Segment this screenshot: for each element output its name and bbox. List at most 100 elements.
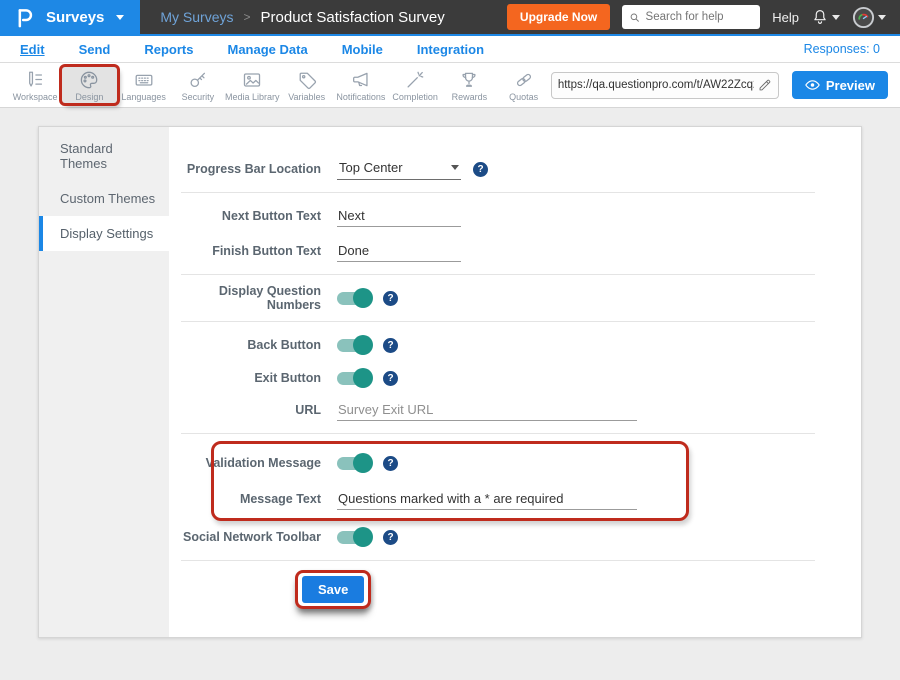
rewards-trophy-icon xyxy=(458,69,480,91)
display-question-numbers-toggle[interactable] xyxy=(337,292,371,305)
media-library-image-icon xyxy=(241,69,263,91)
completion-wand-icon xyxy=(404,69,426,91)
display-question-numbers-label: Display Question Numbers xyxy=(169,284,321,312)
toolbar-item-label: Media Library xyxy=(225,92,280,102)
sidebar-item-standard-themes[interactable]: Standard Themes xyxy=(39,131,169,181)
toolbar-item-languages[interactable]: Languages xyxy=(117,67,171,103)
exit-button-row: Exit Button xyxy=(169,364,821,392)
save-button[interactable]: Save xyxy=(302,576,364,603)
responses-count[interactable]: Responses: 0 xyxy=(804,42,880,56)
languages-keyboard-icon xyxy=(133,69,155,91)
themes-sidebar: Standard Themes Custom Themes Display Se… xyxy=(39,127,169,637)
breadcrumb-my-surveys[interactable]: My Surveys xyxy=(160,9,233,25)
toolbar-item-security[interactable]: Security xyxy=(171,67,225,103)
toolbar-item-variables[interactable]: Variables xyxy=(280,67,334,103)
progress-bar-location-select[interactable]: Top Center xyxy=(337,158,461,180)
toolbar-item-label: Workspace xyxy=(13,92,58,102)
surveys-product-menu[interactable]: Surveys xyxy=(0,0,140,34)
toolbar-item-label: Design xyxy=(75,92,103,102)
survey-url-box[interactable]: https://qa.questionpro.com/t/AW22Zcq2J xyxy=(551,72,779,99)
design-palette-icon xyxy=(78,69,100,91)
next-button-text-input[interactable] xyxy=(337,206,461,227)
display-settings-form: Progress Bar Location Top Center Next Bu… xyxy=(169,127,861,637)
page-title: Product Satisfaction Survey xyxy=(261,9,445,26)
bell-icon xyxy=(811,8,829,26)
message-text-input[interactable] xyxy=(337,489,637,510)
variables-tag-icon xyxy=(296,69,318,91)
chevron-down-icon xyxy=(116,15,124,20)
divider xyxy=(181,321,815,322)
tab-integration[interactable]: Integration xyxy=(417,42,484,57)
save-row: Save xyxy=(295,570,821,609)
sidebar-item-custom-themes[interactable]: Custom Themes xyxy=(39,181,169,216)
help-icon[interactable] xyxy=(383,291,398,306)
back-button-row: Back Button xyxy=(169,331,821,359)
help-icon[interactable] xyxy=(383,338,398,353)
finish-button-text-input[interactable] xyxy=(337,241,461,262)
next-button-text-label: Next Button Text xyxy=(169,209,321,223)
finish-button-text-row: Finish Button Text xyxy=(169,237,821,265)
toolbar-item-rewards[interactable]: Rewards xyxy=(442,67,496,103)
message-text-label: Message Text xyxy=(169,492,321,506)
validation-message-section: Validation Message Message Text xyxy=(169,443,821,519)
tab-send[interactable]: Send xyxy=(79,42,111,57)
tab-mobile[interactable]: Mobile xyxy=(342,42,383,57)
toolbar-item-label: Languages xyxy=(121,92,166,102)
social-network-toolbar-label: Social Network Toolbar xyxy=(169,530,321,544)
progress-bar-location-label: Progress Bar Location xyxy=(169,162,321,176)
help-link[interactable]: Help xyxy=(772,10,799,25)
survey-nav-bar: Edit Send Reports Manage Data Mobile Int… xyxy=(0,36,900,63)
notifications-megaphone-icon xyxy=(350,69,372,91)
notifications-bell-menu[interactable] xyxy=(811,8,840,26)
help-search-box[interactable] xyxy=(622,5,760,29)
toolbar-item-quotas[interactable]: Quotas xyxy=(497,67,551,103)
preview-button[interactable]: Preview xyxy=(792,71,888,99)
preview-label: Preview xyxy=(826,78,875,93)
search-input[interactable] xyxy=(646,11,754,23)
toolbar-item-label: Notifications xyxy=(336,92,385,102)
validation-message-row: Validation Message xyxy=(169,449,821,477)
progress-bar-location-row: Progress Bar Location Top Center xyxy=(169,155,821,183)
divider xyxy=(181,560,815,561)
help-icon[interactable] xyxy=(383,530,398,545)
display-settings-panel: Standard Themes Custom Themes Display Se… xyxy=(38,126,862,638)
help-icon[interactable] xyxy=(383,456,398,471)
validation-message-toggle[interactable] xyxy=(337,457,371,470)
tab-manage-data[interactable]: Manage Data xyxy=(227,42,307,57)
progress-bar-location-value: Top Center xyxy=(339,160,403,175)
tab-edit[interactable]: Edit xyxy=(20,42,45,57)
security-key-icon xyxy=(187,69,209,91)
edit-pencil-icon[interactable] xyxy=(758,78,772,92)
help-icon[interactable] xyxy=(383,371,398,386)
toolbar-item-design[interactable]: Design xyxy=(62,67,116,103)
toolbar-item-workspace[interactable]: Workspace xyxy=(8,67,62,103)
product-label: Surveys xyxy=(46,9,104,26)
breadcrumb: My Surveys > Product Satisfaction Survey xyxy=(160,9,444,26)
sidebar-item-display-settings[interactable]: Display Settings xyxy=(39,216,169,251)
toolbar-item-label: Completion xyxy=(392,92,438,102)
eye-icon xyxy=(805,79,820,91)
exit-button-toggle[interactable] xyxy=(337,372,371,385)
survey-url[interactable]: https://qa.questionpro.com/t/AW22Zcq2J xyxy=(558,79,754,91)
annotation-save-button: Save xyxy=(295,570,371,609)
back-button-label: Back Button xyxy=(169,338,321,352)
toolbar-item-label: Quotas xyxy=(509,92,538,102)
account-avatar-menu[interactable] xyxy=(852,6,886,29)
exit-url-input[interactable] xyxy=(337,400,637,421)
avatar-gauge-icon xyxy=(852,6,875,29)
chevron-down-icon xyxy=(878,15,886,20)
upgrade-now-button[interactable]: Upgrade Now xyxy=(507,4,610,30)
toolbar-item-label: Variables xyxy=(288,92,325,102)
finish-button-text-label: Finish Button Text xyxy=(169,244,321,258)
tab-reports[interactable]: Reports xyxy=(144,42,193,57)
exit-button-label: Exit Button xyxy=(169,371,321,385)
social-network-toolbar-toggle[interactable] xyxy=(337,531,371,544)
toolbar-item-completion[interactable]: Completion xyxy=(388,67,442,103)
message-text-row: Message Text xyxy=(169,485,821,513)
quotas-chain-icon xyxy=(513,69,535,91)
help-icon[interactable] xyxy=(473,162,488,177)
exit-url-label: URL xyxy=(169,403,321,417)
toolbar-item-media-library[interactable]: Media Library xyxy=(225,67,280,103)
back-button-toggle[interactable] xyxy=(337,339,371,352)
toolbar-item-notifications[interactable]: Notifications xyxy=(334,67,388,103)
